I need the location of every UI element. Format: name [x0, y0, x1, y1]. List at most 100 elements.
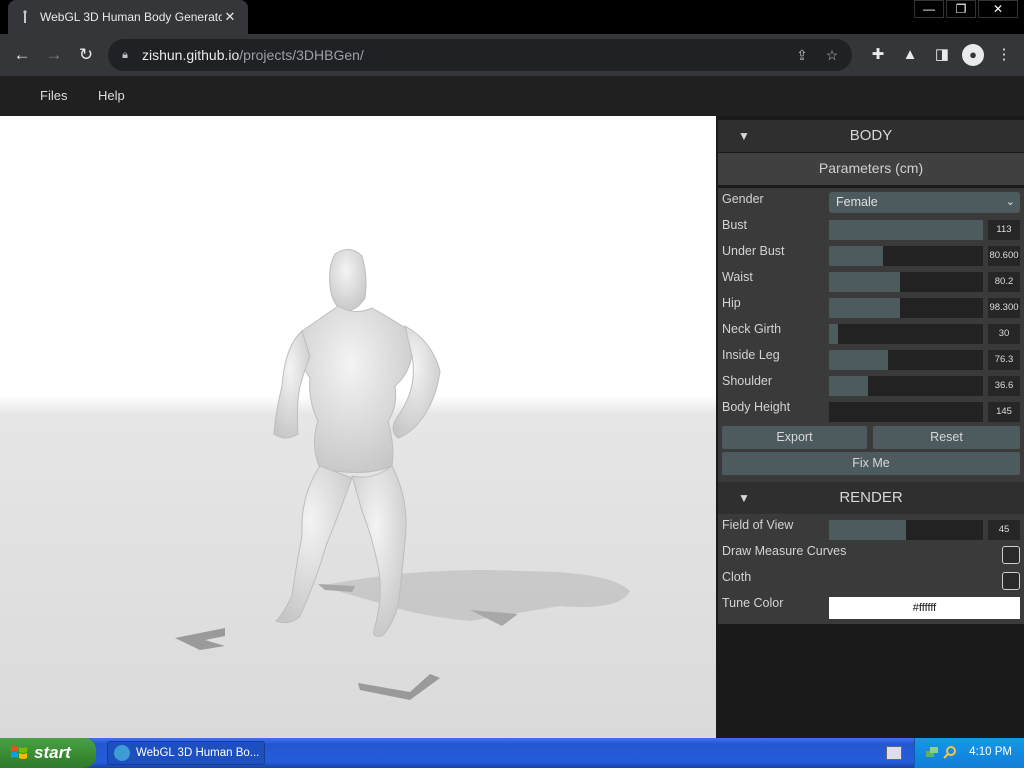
body-section-header[interactable]: ▼ BODY — [718, 120, 1024, 152]
param-row: Under Bust 80.600 — [718, 242, 1024, 268]
gender-row: Gender Female ⌄ — [718, 190, 1024, 216]
menu-files[interactable]: Files — [40, 88, 67, 103]
window-controls: — ❐ ✕ — [912, 0, 1018, 18]
bust-label: Bust — [722, 218, 748, 232]
shoulder-value[interactable]: 36.6 — [988, 376, 1020, 396]
restore-icon[interactable]: ❐ — [946, 0, 976, 18]
shoulder-slider[interactable] — [829, 376, 983, 396]
export-button[interactable]: Export — [722, 426, 867, 449]
body-height-slider[interactable] — [829, 402, 983, 422]
bust-slider[interactable] — [829, 220, 983, 240]
tune-color-input[interactable]: #ffffff — [829, 597, 1020, 619]
bust-value[interactable]: 113 — [988, 220, 1020, 240]
fov-value[interactable]: 45 — [988, 520, 1020, 540]
network-icon[interactable] — [925, 745, 939, 759]
body-section-title: BODY — [849, 127, 893, 144]
back-icon[interactable]: ← — [10, 43, 34, 67]
fov-label: Field of View — [722, 518, 794, 532]
collapse-triangle-icon[interactable]: ▼ — [738, 482, 750, 514]
browser-icon — [114, 745, 130, 761]
neck-girth-slider[interactable] — [829, 324, 983, 344]
share-icon[interactable]: ⇪ — [790, 45, 814, 65]
draw-curves-label: Draw Measure Curves — [722, 544, 847, 558]
hip-slider[interactable] — [829, 298, 983, 318]
fix-me-button[interactable]: Fix Me — [722, 452, 1020, 475]
under-bust-value[interactable]: 80.600 — [988, 246, 1020, 266]
under-bust-slider[interactable] — [829, 246, 983, 266]
param-row: Neck Girth 30 — [718, 320, 1024, 346]
cloth-checkbox[interactable] — [1002, 572, 1020, 590]
reset-button[interactable]: Reset — [873, 426, 1020, 449]
reload-icon[interactable]: ↻ — [74, 43, 98, 67]
minimize-icon[interactable]: — — [914, 0, 944, 18]
lock-icon: 🔒︎ — [122, 48, 128, 61]
taskbar: start WebGL 3D Human Bo... 4:10 PM — [0, 738, 1024, 768]
labs-flask-icon[interactable]: ▲ — [898, 43, 922, 67]
inside-leg-slider[interactable] — [829, 350, 983, 370]
param-row: Hip 98.300 — [718, 294, 1024, 320]
hip-value[interactable]: 98.300 — [988, 298, 1020, 318]
webgl-3d-viewport[interactable] — [0, 116, 716, 738]
body-height-value[interactable]: 145 — [988, 402, 1020, 422]
parameters-header: Parameters (cm) — [718, 153, 1024, 185]
extensions-puzzle-icon[interactable]: ✚ — [866, 43, 890, 67]
figure-favicon-icon — [23, 10, 27, 23]
param-row: Inside Leg 76.3 — [718, 346, 1024, 372]
taskbar-chrome-window[interactable]: WebGL 3D Human Bo... — [107, 741, 265, 765]
param-row: Shoulder 36.6 — [718, 372, 1024, 398]
start-button[interactable]: start — [0, 738, 96, 768]
chrome-menu-icon[interactable]: ⋮ — [992, 43, 1016, 67]
start-label: start — [34, 743, 71, 762]
draw-curves-checkbox[interactable] — [1002, 546, 1020, 564]
under-bust-label: Under Bust — [722, 244, 785, 258]
waist-slider[interactable] — [829, 272, 983, 292]
param-row: Body Height 145 — [718, 398, 1024, 424]
chevron-down-icon: ⌄ — [1005, 196, 1015, 208]
draw-curves-row: Draw Measure Curves — [718, 542, 1024, 568]
under-bust-slider-fill — [829, 246, 883, 266]
waist-slider-fill — [829, 272, 900, 292]
control-panel: ▼ BODY Parameters (cm) Gender Female ⌄ B… — [716, 116, 1024, 738]
hip-slider-fill — [829, 298, 900, 318]
shoulder-slider-fill — [829, 376, 868, 396]
windows-flag-icon — [11, 746, 27, 759]
shoulder-label: Shoulder — [722, 374, 773, 388]
browser-toolbar: ← → ↻ 🔒︎ zishun.github.io/projects/3DHBG… — [0, 34, 1024, 76]
cloth-row: Cloth — [718, 568, 1024, 594]
param-row: Bust 113 — [718, 216, 1024, 242]
address-bar[interactable]: 🔒︎ zishun.github.io/projects/3DHBGen/ ⇪ … — [108, 39, 852, 71]
waist-label: Waist — [722, 270, 753, 284]
render-section-header[interactable]: ▼ RENDER — [718, 482, 1024, 514]
tune-color-label: Tune Color — [722, 596, 784, 610]
collapse-triangle-icon[interactable]: ▼ — [738, 120, 750, 152]
waist-value[interactable]: 80.2 — [988, 272, 1020, 292]
bookmark-star-icon[interactable]: ☆ — [820, 45, 844, 65]
url-path: /projects/3DHBGen/ — [239, 47, 364, 63]
hip-label: Hip — [722, 296, 741, 310]
browser-tab-strip: WebGL 3D Human Body Generator ✕ — ❐ ✕ — [0, 0, 1024, 34]
clock: 4:10 PM — [969, 746, 1012, 758]
gender-select[interactable]: Female ⌄ — [829, 192, 1020, 213]
inside-leg-label: Inside Leg — [722, 348, 780, 362]
browser-tab[interactable]: WebGL 3D Human Body Generator ✕ — [8, 0, 248, 34]
menu-help[interactable]: Help — [98, 88, 125, 103]
bust-slider-fill — [829, 220, 983, 240]
keyboard-icon[interactable] — [886, 746, 902, 760]
fixme-row: Fix Me — [718, 452, 1024, 482]
inside-leg-value[interactable]: 76.3 — [988, 350, 1020, 370]
close-window-icon[interactable]: ✕ — [978, 0, 1018, 18]
url-host: zishun.github.io — [142, 47, 240, 63]
profile-avatar-icon[interactable]: ● — [962, 44, 984, 66]
gender-label: Gender — [722, 192, 764, 206]
neck-girth-slider-fill — [829, 324, 839, 344]
fov-row: Field of View 45 — [718, 516, 1024, 542]
tab-title: WebGL 3D Human Body Generator — [40, 10, 222, 24]
fov-slider[interactable] — [829, 520, 983, 540]
forward-icon[interactable]: → — [42, 43, 66, 67]
side-panel-icon[interactable]: ◨ — [930, 43, 954, 67]
render-section-title: RENDER — [839, 489, 903, 506]
tab-close-icon[interactable]: ✕ — [222, 9, 238, 25]
render-parameters: Field of View 45 Draw Measure Curves Clo… — [718, 514, 1024, 624]
neck-girth-value[interactable]: 30 — [988, 324, 1020, 344]
search-icon[interactable] — [943, 745, 957, 759]
